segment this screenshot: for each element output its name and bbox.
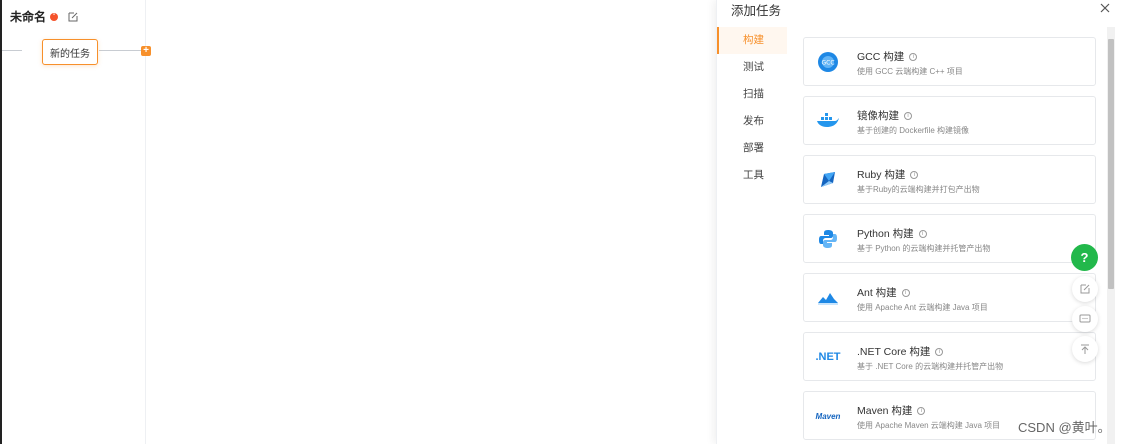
gcc-logo-icon: GCC: [816, 50, 840, 74]
task-name: 镜像构建 i: [857, 108, 912, 123]
drawer-title: 添加任务: [731, 3, 782, 18]
task-desc: 使用 Apache Maven 云端构建 Java 项目: [857, 421, 1001, 430]
drawer-header: 添加任务: [717, 0, 1124, 24]
category-release[interactable]: 发布: [717, 108, 787, 135]
task-card-ant[interactable]: Ant 构建 i 使用 Apache Ant 云端构建 Java 项目: [803, 273, 1096, 322]
add-stage-button[interactable]: +: [141, 46, 151, 56]
task-card-python[interactable]: Python 构建 i 基于 Python 的云端构建并托管产出物: [803, 214, 1096, 263]
task-name: Ant 构建 i: [857, 285, 910, 300]
task-name: GCC 构建 i: [857, 49, 918, 64]
maven-logo-icon: Maven: [815, 404, 841, 428]
edit-feedback-icon: [1080, 284, 1090, 294]
category-deploy[interactable]: 部署: [717, 135, 787, 162]
ant-logo-icon: [816, 286, 840, 310]
task-card-ruby[interactable]: Ruby 构建 i 基于Ruby的云端构建并打包产出物: [803, 155, 1096, 204]
chat-button[interactable]: [1072, 306, 1098, 332]
task-desc: 使用 GCC 云端构建 C++ 项目: [857, 67, 963, 76]
svg-text:GCC: GCC: [821, 60, 834, 67]
task-card-docker[interactable]: 镜像构建 i 基于创建的 Dockerfile 构建镜像: [803, 96, 1096, 145]
edit-icon[interactable]: [67, 11, 79, 23]
category-build[interactable]: 构建: [717, 27, 787, 54]
info-icon[interactable]: i: [910, 170, 919, 179]
docker-logo-icon: [816, 109, 840, 133]
info-icon[interactable]: i: [909, 52, 918, 61]
task-name: Ruby 构建 i: [857, 167, 919, 182]
task-card-list: GCC GCC 构建 i 使用 GCC 云端构建 C++ 项目 镜像构建 i 基于创…: [803, 37, 1096, 444]
dotnet-logo-icon: .NET: [815, 345, 841, 369]
task-desc: 基于创建的 Dockerfile 构建镜像: [857, 126, 970, 135]
category-list: 构建 测试 扫描 发布 部署 工具: [717, 27, 787, 189]
add-task-drawer: 添加任务 构建 测试 扫描 发布 部署 工具 GCC GCC 构建 i 使用 GC…: [716, 0, 1124, 444]
info-icon[interactable]: i: [918, 229, 927, 238]
category-scan[interactable]: 扫描: [717, 81, 787, 108]
warning-icon: [50, 10, 59, 21]
ruby-logo-icon: [816, 168, 840, 192]
task-desc: 使用 Apache Ant 云端构建 Java 项目: [857, 303, 988, 312]
category-test[interactable]: 测试: [717, 54, 787, 81]
info-icon[interactable]: i: [935, 347, 944, 356]
task-card-gcc[interactable]: GCC GCC 构建 i 使用 GCC 云端构建 C++ 项目: [803, 37, 1096, 86]
pipeline-connector-left: [2, 50, 22, 51]
task-name: Python 构建 i: [857, 226, 927, 241]
info-icon[interactable]: i: [901, 288, 910, 297]
feedback-button[interactable]: [1072, 276, 1098, 302]
new-task-node[interactable]: 新的任务: [42, 39, 98, 65]
task-desc: 基于Ruby的云端构建并打包产出物: [857, 185, 980, 194]
chat-icon: [1079, 314, 1091, 323]
watermark: CSDN @黄叶。: [1018, 420, 1111, 435]
task-name: .NET Core 构建 i: [857, 344, 944, 359]
pipeline-title-row: 未命名: [10, 8, 79, 25]
arrow-up-icon: [1081, 344, 1089, 354]
task-desc: 基于 Python 的云端构建并托管产出物: [857, 244, 991, 253]
task-name: Maven 构建 i: [857, 403, 926, 418]
pipeline-title: 未命名: [10, 10, 47, 24]
pipeline-stage-column: 未命名 新的任务 +: [2, 0, 151, 444]
dotnet-logo-text: .NET: [815, 351, 841, 363]
maven-logo-text: Maven: [815, 411, 841, 421]
scrollbar-thumb[interactable]: [1108, 39, 1114, 289]
python-logo-icon: [816, 227, 840, 251]
drawer-scrollbar[interactable]: [1107, 27, 1115, 444]
pipeline-connector-right: [99, 50, 141, 51]
close-icon[interactable]: [1096, 0, 1114, 18]
task-desc: 基于 .NET Core 的云端构建并托管产出物: [857, 362, 1004, 371]
help-button[interactable]: ?: [1071, 244, 1098, 271]
category-tools[interactable]: 工具: [717, 162, 787, 189]
info-icon[interactable]: i: [917, 406, 926, 415]
info-icon[interactable]: i: [904, 111, 912, 120]
back-to-top-button[interactable]: [1072, 336, 1098, 362]
task-card-dotnet[interactable]: .NET .NET Core 构建 i 基于 .NET Core 的云端构建并托管…: [803, 332, 1096, 381]
